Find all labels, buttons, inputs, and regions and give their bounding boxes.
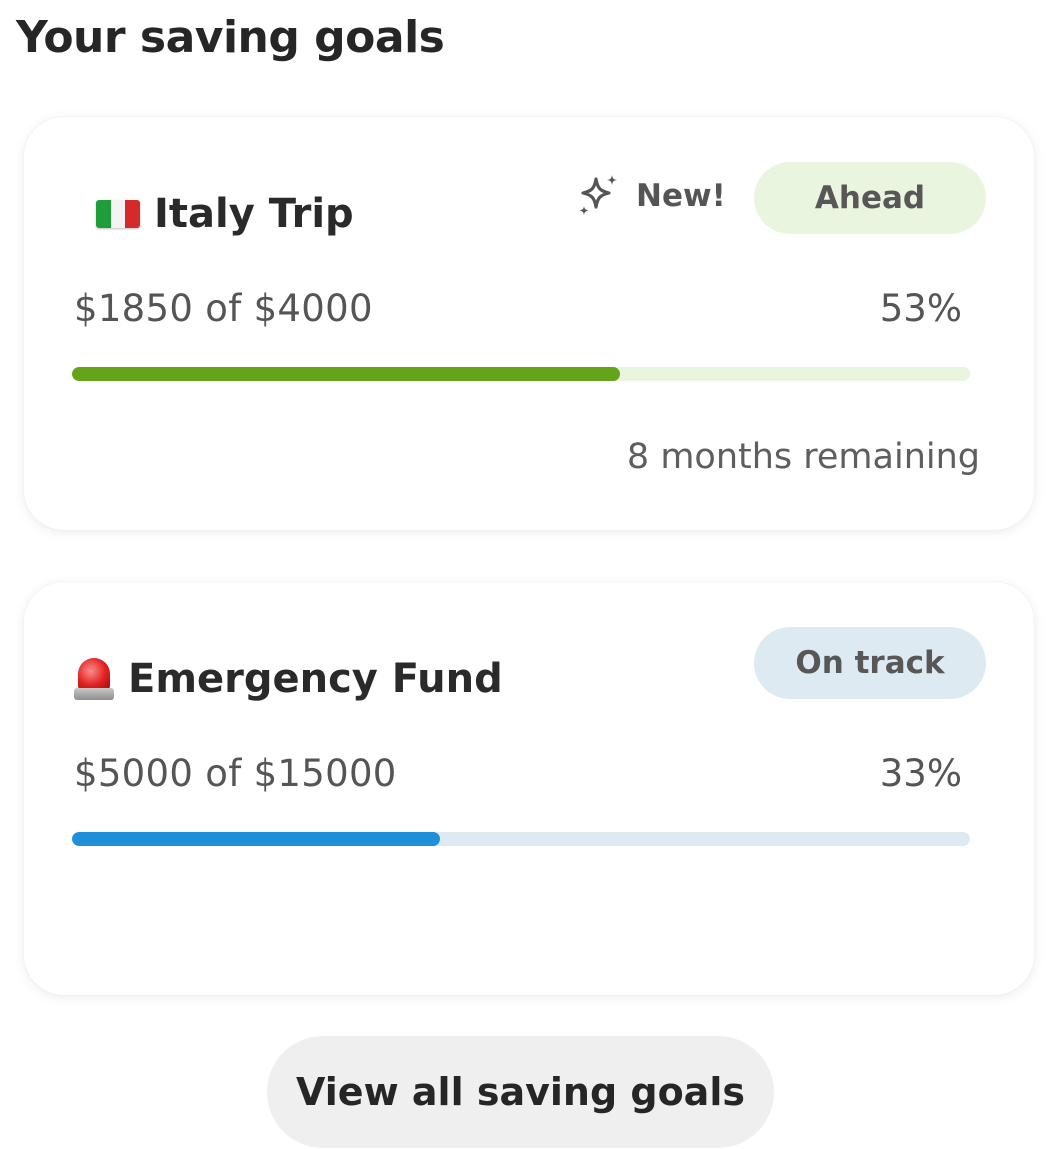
new-badge: New!: [576, 173, 726, 219]
goal-name: Italy Trip: [154, 191, 354, 237]
goal-amount: $5000 of $15000: [74, 752, 397, 795]
page-title: Your saving goals: [16, 12, 445, 63]
goal-card-italy-trip[interactable]: Italy Trip New! Ahead $1850 of $4000 53%…: [24, 117, 1034, 530]
new-label: New!: [636, 178, 726, 214]
time-remaining: 8 months remaining: [626, 437, 980, 477]
sparkles-icon: [579, 175, 617, 215]
progress-fill: [72, 367, 620, 381]
goal-title: Italy Trip: [96, 191, 354, 237]
goal-amount: $1850 of $4000: [74, 287, 373, 330]
goal-name: Emergency Fund: [128, 656, 503, 702]
rotating-light-icon: [74, 656, 114, 702]
progress-bar: [72, 832, 970, 846]
view-all-goals-button[interactable]: View all saving goals: [267, 1036, 774, 1148]
progress-fill: [72, 832, 441, 846]
goal-title: Emergency Fund: [74, 656, 503, 702]
goal-percent: 33%: [879, 752, 962, 795]
goal-card-emergency-fund[interactable]: Emergency Fund On track $5000 of $15000 …: [24, 582, 1034, 995]
status-badge: Ahead: [754, 162, 986, 234]
progress-bar: [72, 367, 970, 381]
status-badge: On track: [754, 627, 986, 699]
goal-percent: 53%: [879, 287, 962, 330]
italy-flag-icon: [96, 200, 140, 228]
